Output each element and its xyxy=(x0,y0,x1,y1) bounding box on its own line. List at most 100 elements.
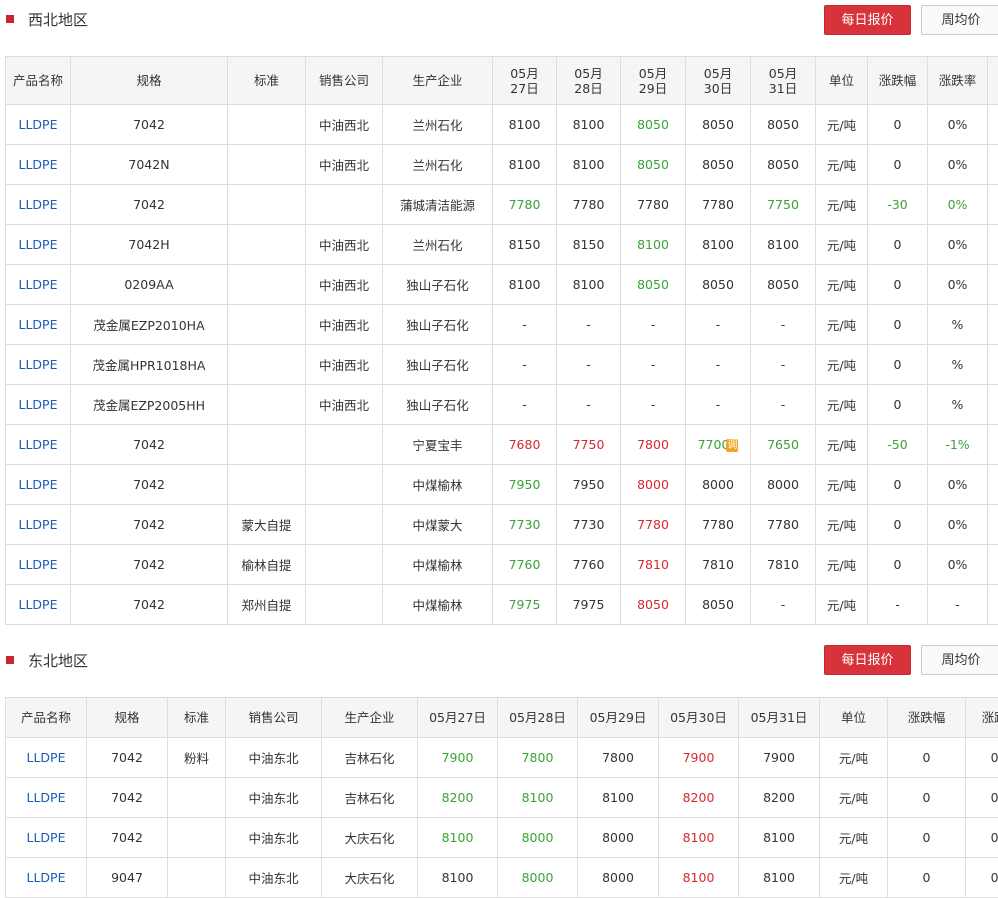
cell-value[interactable]: LLDPE xyxy=(19,117,58,132)
cell-value: 7900 xyxy=(442,750,474,765)
table-cell: 7780 xyxy=(686,505,751,545)
cell-value: 0 xyxy=(894,517,902,532)
cell-value: - xyxy=(651,397,656,412)
cell-value: 8100 xyxy=(683,870,715,885)
cell-value[interactable]: LLDPE xyxy=(19,557,58,572)
table-cell: - xyxy=(493,305,557,345)
cell-value: 元/吨 xyxy=(827,598,856,613)
table-cell: 0 xyxy=(868,385,928,425)
cell-value[interactable]: LLDPE xyxy=(19,277,58,292)
cell-value: 大庆石化 xyxy=(344,831,394,846)
table-cell: 元/吨 xyxy=(820,858,888,898)
cell-value[interactable]: LLDPE xyxy=(19,477,58,492)
cell-value[interactable]: LLDPE xyxy=(19,437,58,452)
product-link[interactable]: LLDPE xyxy=(6,105,71,145)
cell-value: - xyxy=(895,597,900,612)
cell-value[interactable]: LLDPE xyxy=(19,397,58,412)
product-link[interactable]: LLDPE xyxy=(6,305,71,345)
cell-value: 7780 xyxy=(702,517,734,532)
product-link[interactable]: LLDPE xyxy=(6,858,87,898)
table-cell: 元/吨 xyxy=(816,465,868,505)
cell-value[interactable]: LLDPE xyxy=(19,357,58,372)
weekly-average-button[interactable]: 周均价 xyxy=(921,645,998,675)
table-cell: - xyxy=(686,345,751,385)
cell-value: 7042 xyxy=(133,117,165,132)
product-link[interactable]: LLDPE xyxy=(6,818,87,858)
table-cell: 7650 xyxy=(751,425,816,465)
cell-value: 7780 xyxy=(637,517,669,532)
cell-value[interactable]: LLDPE xyxy=(27,870,66,885)
cell-value: 7780 xyxy=(509,197,541,212)
table-row: LLDPE7042中油东北吉林石化82008100810082008200元/吨… xyxy=(6,778,998,818)
cell-value: 郑州自提 xyxy=(241,598,291,613)
cell-value[interactable]: LLDPE xyxy=(19,317,58,332)
cell-value[interactable]: LLDPE xyxy=(19,197,58,212)
table-cell: -1% xyxy=(928,425,988,465)
product-link[interactable]: LLDPE xyxy=(6,778,87,818)
table-cell xyxy=(168,778,226,818)
cell-value: - xyxy=(781,357,786,372)
table-cell: 吉林石化 xyxy=(322,778,418,818)
table-cell: 7900 xyxy=(739,738,820,778)
cell-value: 7900 xyxy=(683,750,715,765)
table-cell: 7975 xyxy=(557,585,621,625)
table-cell xyxy=(988,185,998,225)
table-cell: 8100 xyxy=(418,818,498,858)
product-link[interactable]: LLDPE xyxy=(6,545,71,585)
cell-value: 0 xyxy=(894,357,902,372)
product-link[interactable]: LLDPE xyxy=(6,505,71,545)
cell-value: 元/吨 xyxy=(827,198,856,213)
table-row: LLDPE7042中煤榆林79507950800080008000元/吨00% xyxy=(6,465,998,505)
product-link[interactable]: LLDPE xyxy=(6,185,71,225)
cell-value: 元/吨 xyxy=(839,791,868,806)
product-link[interactable]: LLDPE xyxy=(6,585,71,625)
table-cell xyxy=(988,585,998,625)
product-link[interactable]: LLDPE xyxy=(6,225,71,265)
cell-value: 元/吨 xyxy=(827,118,856,133)
cell-value[interactable]: LLDPE xyxy=(27,790,66,805)
table-cell: 0 xyxy=(888,818,966,858)
cell-value: 0 xyxy=(894,157,902,172)
product-link[interactable]: LLDPE xyxy=(6,465,71,505)
cell-value: 元/吨 xyxy=(827,238,856,253)
section-marker-icon xyxy=(6,656,14,664)
daily-quote-button[interactable]: 每日报价 xyxy=(824,645,911,675)
column-header: 05月27日 xyxy=(493,57,557,105)
table-cell: 8200 xyxy=(739,778,820,818)
cell-value[interactable]: LLDPE xyxy=(19,237,58,252)
product-link[interactable]: LLDPE xyxy=(6,425,71,465)
cell-value[interactable]: LLDPE xyxy=(19,517,58,532)
cell-value: 8000 xyxy=(522,870,554,885)
cell-value: 7730 xyxy=(573,517,605,532)
cell-value: 0 xyxy=(923,790,931,805)
product-link[interactable]: LLDPE xyxy=(6,385,71,425)
cell-value[interactable]: LLDPE xyxy=(19,597,58,612)
product-link[interactable]: LLDPE xyxy=(6,265,71,305)
table-cell: 8050 xyxy=(621,145,686,185)
product-link[interactable]: LLDPE xyxy=(6,738,87,778)
table-cell: 宁夏宝丰 xyxy=(383,425,493,465)
product-link[interactable]: LLDPE xyxy=(6,345,71,385)
cell-value[interactable]: LLDPE xyxy=(27,750,66,765)
table-cell: 8050 xyxy=(621,265,686,305)
cell-value: 8100 xyxy=(522,790,554,805)
column-header: 05月30日 xyxy=(659,698,739,738)
table-cell: -30 xyxy=(868,185,928,225)
table-cell: 7780 xyxy=(751,505,816,545)
cell-value: 8050 xyxy=(702,117,734,132)
table-cell: 8100 xyxy=(659,818,739,858)
daily-quote-button[interactable]: 每日报价 xyxy=(824,5,911,35)
weekly-average-button[interactable]: 周均价 xyxy=(921,5,998,35)
cell-value: 0 xyxy=(923,870,931,885)
adjust-badge-icon[interactable]: 调 xyxy=(726,439,738,452)
cell-value: 元/吨 xyxy=(827,358,856,373)
product-link[interactable]: LLDPE xyxy=(6,145,71,185)
table-cell: 0 xyxy=(868,145,928,185)
cell-value: 0% xyxy=(948,557,968,572)
cell-value[interactable]: LLDPE xyxy=(27,830,66,845)
column-header xyxy=(988,57,998,105)
table-cell: 8100 xyxy=(493,265,557,305)
cell-value[interactable]: LLDPE xyxy=(19,157,58,172)
cell-value: 中油西北 xyxy=(319,398,369,413)
cell-value: 中煤榆林 xyxy=(412,598,462,613)
